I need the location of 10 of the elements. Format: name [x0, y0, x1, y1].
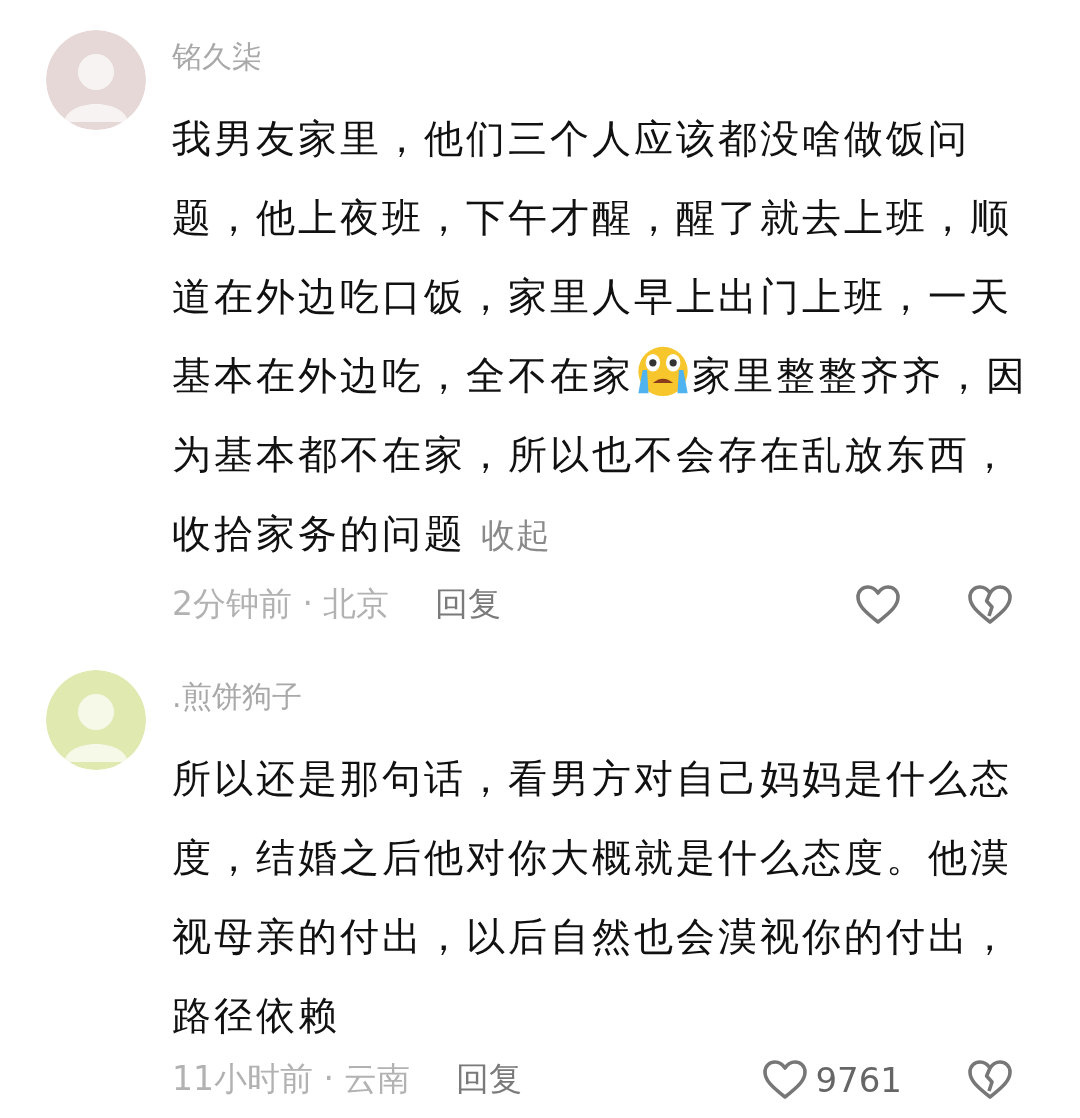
comment-text: 所以还是那句话，看男方对自己妈妈是什么态度，结婚之后他对你大概就是什么态度。他漠视母亲的付出，以后自然也会漠视你的付出，路径依赖	[172, 755, 1013, 1040]
reply-link[interactable]: 回复	[456, 1057, 523, 1102]
time-location: 11小时前 · 云南	[172, 1058, 411, 1100]
comment-text: 我男友家里，他们三个人应该都没啥做饭问题，他上夜班，下午才醒，醒了就去上班，顺道在外边吃口饭，家里人早上出门上班，一天基本在外边吃，全不在家 家里整整齐齐，因为基本都不在家，所以也不会存在乱放东西，收拾家务的问题 收起	[172, 115, 1029, 558]
reply-link[interactable]: 回复	[435, 582, 502, 627]
username[interactable]: .煎饼狗子	[172, 677, 1042, 717]
like-count: 9761	[815, 1059, 902, 1100]
time-location: 2分钟前 · 北京	[172, 583, 390, 625]
collapse-link[interactable]: 收起	[481, 515, 552, 555]
username[interactable]: 铭久柒	[172, 37, 1042, 77]
